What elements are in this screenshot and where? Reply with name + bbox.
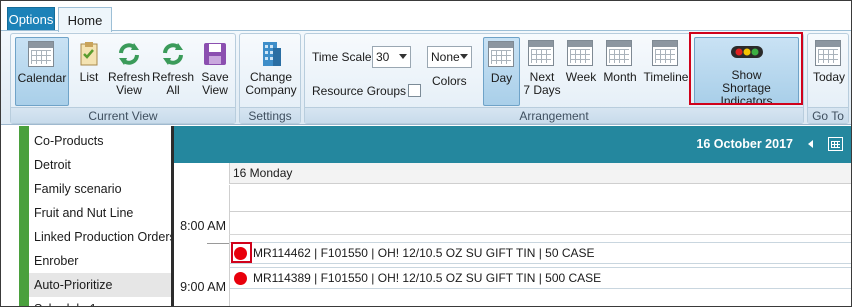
date-picker-icon[interactable] <box>828 137 843 151</box>
list-button-label: List <box>79 70 99 84</box>
list-item-auto-prioritize[interactable]: Auto-Prioritize <box>29 273 173 297</box>
group-settings: Change Company Settings <box>239 33 301 124</box>
next7-label-2: 7 Days <box>523 83 561 97</box>
refresh-all-button[interactable]: Refresh All <box>152 37 194 97</box>
group-current-view: Calendar List Refresh View Refresh All S… <box>10 33 236 124</box>
chevron-down-icon <box>460 54 468 59</box>
save-icon <box>201 40 229 68</box>
appointment[interactable]: MR114389 | F101550 | OH! 12/10.5 OZ SU G… <box>230 267 851 289</box>
resource-groups-checkbox[interactable] <box>408 84 421 97</box>
calendar-today-icon <box>815 40 843 68</box>
list-item-schedule-1[interactable]: Schedule 1 <box>29 297 173 306</box>
refresh-icon <box>115 40 143 68</box>
calendar-week-icon <box>528 40 556 68</box>
today-button[interactable]: Today <box>810 37 848 84</box>
next-7-days-button[interactable]: Next 7 Days <box>523 37 561 97</box>
month-button[interactable]: Month <box>601 37 639 84</box>
list-item-enrober[interactable]: Enrober <box>29 249 173 273</box>
resource-groups-label: Resource Groups <box>312 84 407 98</box>
previous-arrow-icon[interactable] <box>808 140 813 148</box>
calendar-icon <box>28 41 56 69</box>
ribbon: Calendar List Refresh View Refresh All S… <box>1 31 851 125</box>
refresh-view-button[interactable]: Refresh View <box>108 37 150 97</box>
calendar-day-icon <box>487 41 516 69</box>
day-button-label: Day <box>490 71 513 85</box>
time-scale-label: Time Scale <box>312 50 372 64</box>
calendar-view: 16 October 2017 16 Monday 8:00 AM 9:00 A… <box>174 126 851 306</box>
colors-label: Colors <box>432 74 467 88</box>
change-company-button[interactable]: Change Company <box>244 37 298 97</box>
time-scale-value: 30 <box>376 50 390 64</box>
shortage-indicator-icon <box>234 271 247 285</box>
calendar-button[interactable]: Calendar <box>15 37 69 106</box>
time-label-8am: 8:00 AM <box>180 219 226 233</box>
refresh-all-icon <box>159 40 187 68</box>
tab-strip: Options Home <box>1 1 851 32</box>
colors-value: None <box>431 50 460 64</box>
grid-line <box>229 234 851 235</box>
calendar-week-icon <box>567 40 595 68</box>
appointment[interactable]: MR114462 | F101550 | OH! 12/10.5 OZ SU G… <box>230 242 851 264</box>
building-icon <box>257 40 285 68</box>
calendar-button-label: Calendar <box>17 71 67 85</box>
list-button[interactable]: List <box>73 37 105 84</box>
appointment-text: MR114389 | F101550 | OH! 12/10.5 OZ SU G… <box>253 271 602 285</box>
day-button[interactable]: Day <box>483 37 520 106</box>
app-window: Options Home Calendar List Refresh View … <box>0 0 852 307</box>
save-view-button[interactable]: Save View <box>197 37 233 97</box>
week-button[interactable]: Week <box>564 37 598 84</box>
list-item-family-scenario[interactable]: Family scenario <box>29 177 173 201</box>
tab-home[interactable]: Home <box>58 7 112 32</box>
calendar-date-label: 16 October 2017 <box>696 137 793 151</box>
current-view-group-label: Current View <box>11 107 235 123</box>
settings-group-label: Settings <box>240 107 300 123</box>
indicator-highlight-frame <box>231 242 252 263</box>
time-label-9am: 9:00 AM <box>180 280 226 294</box>
tab-options[interactable]: Options <box>7 7 55 31</box>
refresh-view-label-2: View <box>116 83 142 97</box>
appointment-text: MR114462 | F101550 | OH! 12/10.5 OZ SU G… <box>253 246 595 260</box>
refresh-all-label-2: All <box>166 83 180 97</box>
timeline-button-label: Timeline <box>643 70 689 84</box>
group-goto: Today Go To <box>807 33 849 124</box>
goto-group-label: Go To <box>808 107 848 123</box>
shortage-highlight-frame <box>689 32 803 105</box>
list-item-co-products[interactable]: Co-Products <box>29 129 173 153</box>
today-button-label: Today <box>812 70 846 84</box>
save-view-label-2: View <box>202 83 228 97</box>
calendar-month-icon <box>606 40 634 68</box>
colors-dropdown[interactable]: None <box>427 46 472 68</box>
list-icon <box>75 40 103 68</box>
timeline-icon <box>652 40 680 68</box>
chevron-down-icon <box>399 54 407 59</box>
list-item-linked-production-orders[interactable]: Linked Production Orders <box>29 225 173 249</box>
time-tick <box>207 243 229 244</box>
timeline-button[interactable]: Timeline <box>642 37 690 84</box>
arrangement-group-label: Arrangement <box>305 107 803 123</box>
all-day-area[interactable] <box>229 185 851 212</box>
time-scale-dropdown[interactable]: 30 <box>372 46 411 68</box>
month-button-label: Month <box>603 70 637 84</box>
change-company-label-2: Company <box>245 83 297 97</box>
resource-list: Co-Products Detroit Family scenario Frui… <box>1 126 173 306</box>
calendar-header: 16 October 2017 <box>174 126 851 163</box>
day-column-header: 16 Monday <box>229 163 851 184</box>
week-button-label: Week <box>565 70 597 84</box>
list-item-fruit-and-nut-line[interactable]: Fruit and Nut Line <box>29 201 173 225</box>
list-item-detroit[interactable]: Detroit <box>29 153 173 177</box>
resource-list-color-bar <box>19 126 29 306</box>
